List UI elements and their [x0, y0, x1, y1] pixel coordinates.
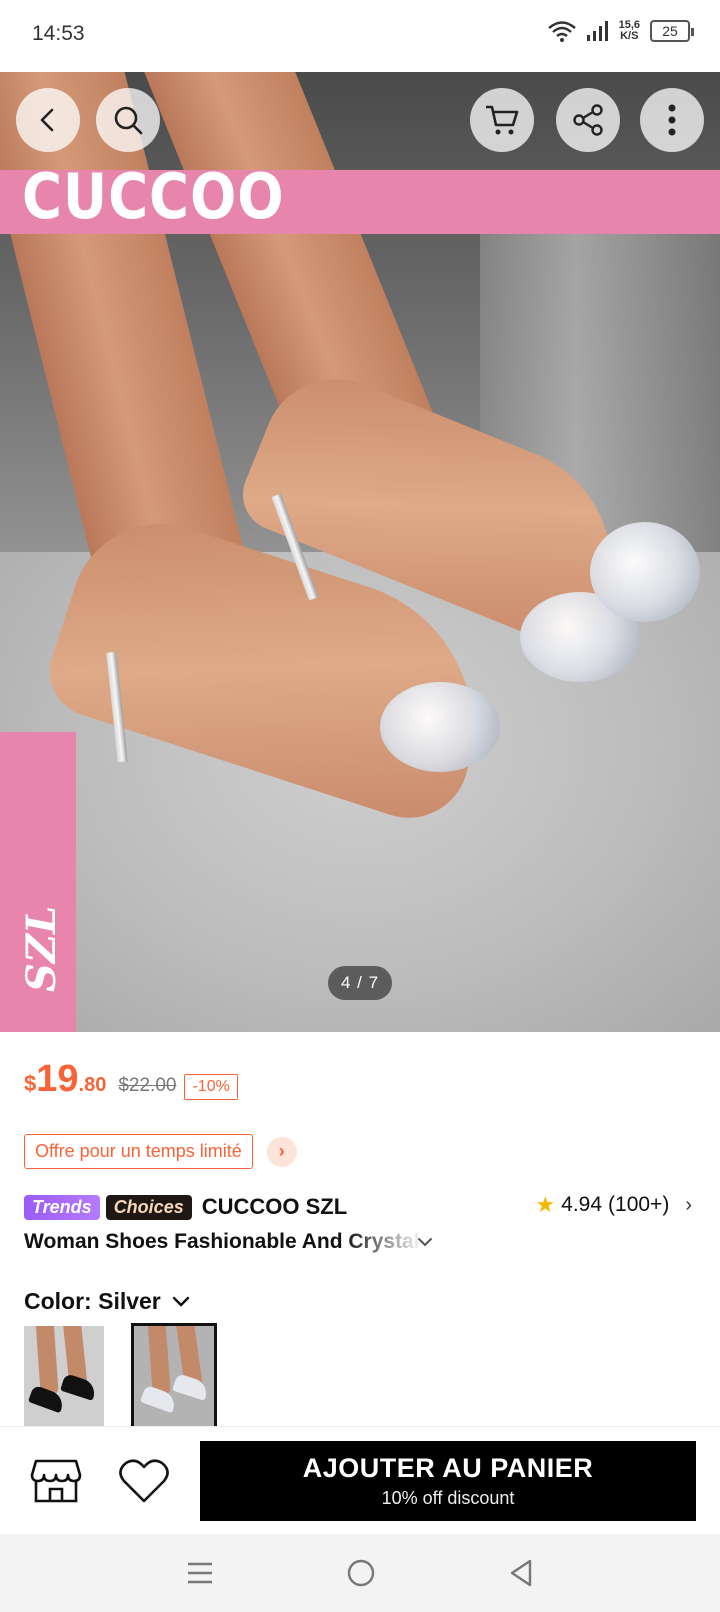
rating-summary[interactable]: ★ 4.94 (100+) ›	[535, 1192, 692, 1218]
cart-button[interactable]	[470, 88, 534, 152]
share-icon	[573, 104, 603, 136]
discount-badge: -10%	[184, 1074, 238, 1100]
product-tags: Trends Choices CUCCOO SZL	[24, 1194, 347, 1220]
color-label: Color: Silver	[24, 1288, 161, 1314]
network-speed-unit: K/S	[620, 30, 639, 42]
swatch-shoe	[172, 1373, 210, 1401]
search-button[interactable]	[96, 88, 160, 152]
trends-badge: Trends	[24, 1194, 100, 1220]
share-button[interactable]	[556, 88, 620, 152]
color-swatch-silver[interactable]	[131, 1323, 217, 1429]
status-bar: 14:53 15,6 K/S 25	[0, 0, 720, 72]
color-swatches	[24, 1323, 217, 1429]
brand-name[interactable]: CUCCOO SZL	[202, 1194, 347, 1220]
star-icon: ★	[535, 1192, 556, 1217]
home-icon[interactable]	[346, 1558, 376, 1588]
chevron-right-icon[interactable]: ›	[266, 1136, 297, 1167]
status-time: 14:53	[32, 22, 85, 45]
menu-icon[interactable]	[186, 1561, 214, 1585]
side-banner-text: SZL	[18, 905, 65, 992]
current-price: $19.80	[24, 1058, 106, 1101]
bottom-action-bar: AJOUTER AU PANIER 10% off discount	[0, 1426, 720, 1534]
battery-indicator: 25	[650, 20, 694, 42]
limited-offer-row[interactable]: Offre pour un temps limité ›	[24, 1134, 297, 1169]
limited-offer-label[interactable]: Offre pour un temps limité	[24, 1134, 253, 1169]
rating-value: 4.94	[561, 1193, 603, 1216]
brand-banner-text: CUCCOO	[22, 160, 285, 233]
image-crystal	[590, 522, 700, 622]
add-to-cart-button[interactable]: AJOUTER AU PANIER 10% off discount	[200, 1441, 696, 1521]
chevron-left-icon	[40, 108, 54, 132]
heart-icon	[119, 1459, 169, 1503]
back-button[interactable]	[16, 88, 80, 152]
wifi-icon	[547, 21, 576, 42]
network-speed: 15,6 K/S	[619, 20, 640, 42]
original-price: $22.00	[118, 1075, 177, 1096]
swatch-shoe	[60, 1373, 98, 1401]
chevron-down-icon[interactable]	[171, 1295, 191, 1309]
store-icon	[30, 1459, 82, 1503]
image-crystal	[380, 682, 500, 772]
price-row: $19.80 $22.00 -10%	[24, 1058, 238, 1101]
chevron-right-icon: ›	[685, 1193, 692, 1216]
rating-count: (100+)	[608, 1193, 670, 1216]
price-currency: $	[24, 1071, 37, 1096]
search-icon	[114, 106, 143, 135]
more-options-button[interactable]	[640, 88, 704, 152]
signal-icon	[586, 21, 608, 41]
color-selector[interactable]: Color: Silver	[24, 1288, 191, 1315]
color-swatch-black[interactable]	[24, 1326, 104, 1426]
product-image-carousel[interactable]: CUCCOO SZL 4 / 7	[0, 72, 720, 1032]
product-title: Woman Shoes Fashionable And Crystal	[24, 1230, 420, 1253]
cart-icon	[486, 105, 519, 135]
store-button[interactable]	[30, 1457, 82, 1505]
add-to-cart-label: AJOUTER AU PANIER	[302, 1453, 594, 1483]
add-to-cart-discount: 10% off discount	[381, 1488, 515, 1508]
more-vertical-icon	[668, 104, 676, 136]
price-integer: 19	[36, 1058, 79, 1100]
image-page-indicator: 4 / 7	[328, 966, 392, 1000]
choices-badge: Choices	[105, 1194, 192, 1220]
back-triangle-icon[interactable]	[508, 1558, 534, 1588]
system-navigation-bar	[0, 1534, 720, 1612]
product-title-row[interactable]: Woman Shoes Fashionable And Crystal	[24, 1230, 434, 1254]
price-decimal: .80	[78, 1074, 107, 1096]
status-icons: 15,6 K/S 25	[547, 20, 694, 42]
wishlist-button[interactable]	[118, 1457, 170, 1505]
